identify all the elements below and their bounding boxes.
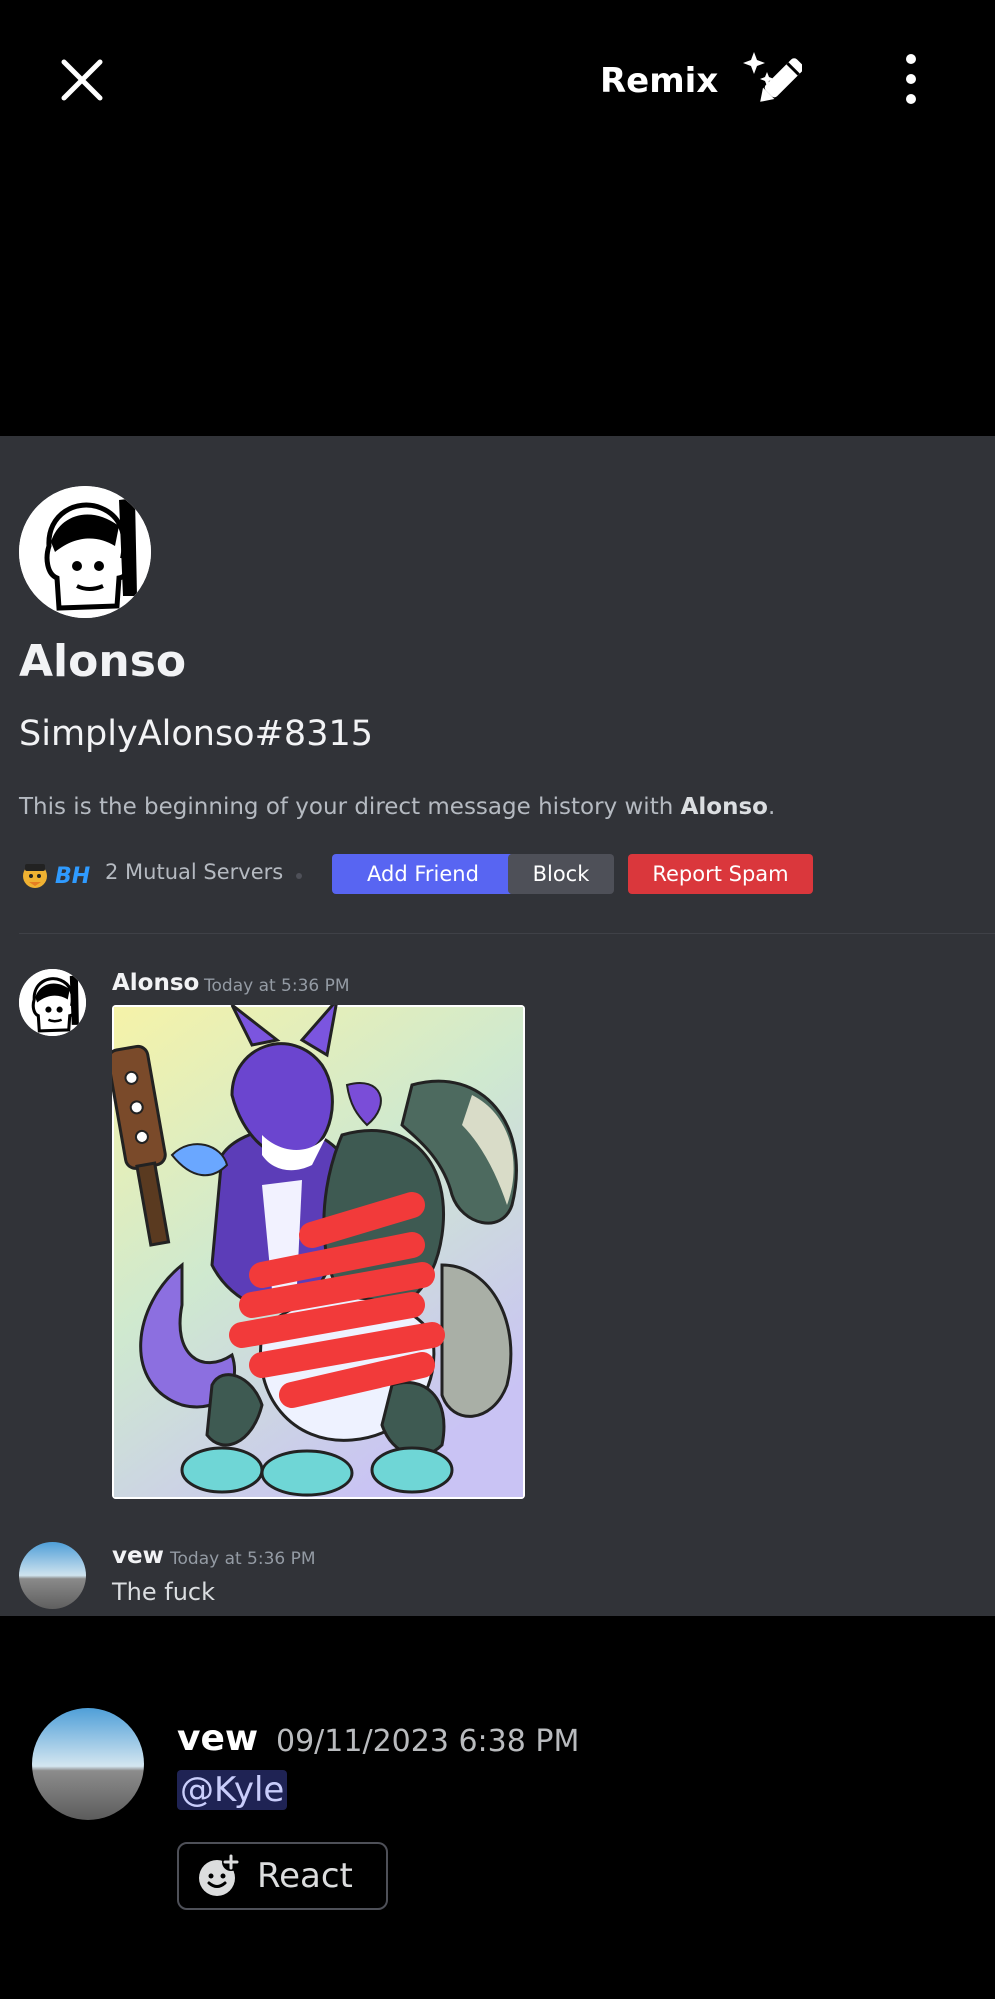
message-image-attachment[interactable] xyxy=(112,1005,525,1499)
viewer-top-bar: Remix xyxy=(0,0,995,160)
footer-timestamp: 09/11/2023 6:38 PM xyxy=(276,1724,580,1759)
close-icon xyxy=(61,59,103,101)
message-timestamp: Today at 5:36 PM xyxy=(204,976,350,996)
close-button[interactable] xyxy=(52,50,112,110)
more-vertical-icon xyxy=(906,54,916,104)
react-label: React xyxy=(257,1856,353,1896)
report-spam-button[interactable]: Report Spam xyxy=(628,854,813,894)
dm-intro-suffix: . xyxy=(767,794,776,820)
mutual-servers-link[interactable]: 2 Mutual Servers xyxy=(105,860,283,884)
separator-dot xyxy=(296,873,302,879)
message-author[interactable]: Alonso xyxy=(112,970,199,996)
message-avatar-vew[interactable] xyxy=(19,1542,86,1609)
footer-avatar[interactable] xyxy=(32,1708,144,1820)
message-text: The fuck xyxy=(112,1578,216,1606)
add-reaction-icon xyxy=(199,1854,240,1896)
profile-tag: SimplyAlonso#8315 xyxy=(19,714,373,754)
add-friend-button[interactable]: Add Friend xyxy=(332,854,514,894)
magic-pencil-icon xyxy=(743,52,803,102)
message-author[interactable]: vew xyxy=(112,1543,164,1569)
shared-screenshot: Alonso SimplyAlonso#8315 This is the beg… xyxy=(0,436,995,1616)
footer-author[interactable]: vew xyxy=(177,1718,258,1759)
remix-button[interactable]: Remix xyxy=(600,50,803,112)
dm-intro-name: Alonso xyxy=(680,794,768,820)
react-button[interactable]: React xyxy=(177,1842,388,1910)
server-icon-duck xyxy=(23,864,47,888)
server-icon-bh: BH xyxy=(55,864,90,889)
message-avatar-alonso[interactable] xyxy=(19,969,86,1036)
dm-intro-text: This is the beginning of your direct mes… xyxy=(19,794,775,820)
profile-avatar xyxy=(19,486,151,618)
block-button[interactable]: Block xyxy=(508,854,614,894)
remix-label: Remix xyxy=(600,61,719,101)
server-badge-text: BH xyxy=(55,864,90,889)
message-timestamp: Today at 5:36 PM xyxy=(170,1549,316,1569)
profile-display-name: Alonso xyxy=(19,636,187,687)
dm-intro-prefix: This is the beginning of your direct mes… xyxy=(19,794,681,820)
divider xyxy=(19,933,995,934)
user-mention[interactable]: @Kyle xyxy=(177,1770,288,1810)
more-options-button[interactable] xyxy=(896,50,926,110)
mutual-servers-row: BH 2 Mutual Servers Add Friend Block Rep… xyxy=(19,854,979,894)
